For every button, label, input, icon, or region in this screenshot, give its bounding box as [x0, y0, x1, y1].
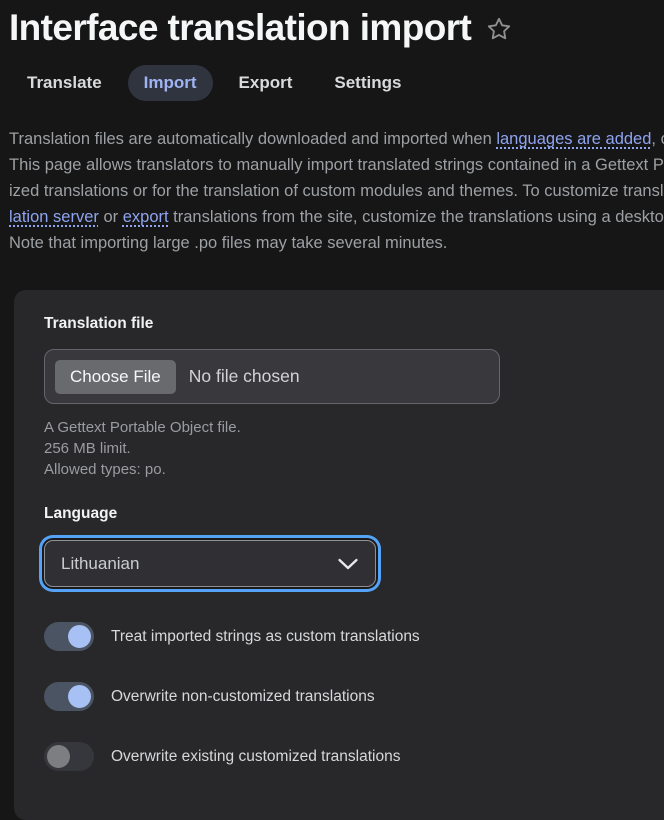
- file-help-text: A Gettext Portable Object file. 256 MB l…: [44, 417, 664, 480]
- chevron-down-icon: [338, 558, 358, 569]
- language-select-value: Lithuanian: [61, 553, 140, 573]
- description-line-2: This page allows translators to manually…: [9, 156, 664, 174]
- tab-export[interactable]: Export: [223, 65, 309, 101]
- help-line: 256 MB limit.: [44, 440, 131, 457]
- language-select[interactable]: Lithuanian: [44, 540, 376, 587]
- description-text: Translation files are automatically down…: [9, 130, 497, 148]
- translation-file-label: Translation file: [44, 315, 154, 332]
- description-text: or: [98, 208, 123, 226]
- tab-import[interactable]: Import: [127, 65, 213, 101]
- description-text: translations from the site, customize th…: [173, 208, 664, 226]
- import-form-panel: Translation file Choose File No file cho…: [14, 290, 664, 820]
- description-text: , or when modules or themes are enabled.: [651, 130, 664, 148]
- star-outline-icon[interactable]: [486, 16, 512, 42]
- secondary-tabs: Translate Import Export Settings: [11, 65, 664, 101]
- export-link[interactable]: export: [123, 208, 169, 226]
- toggle-row-overwrite-customized: Overwrite existing customized translatio…: [44, 742, 664, 771]
- treat-as-custom-toggle[interactable]: [44, 622, 94, 651]
- description-line-1: Translation files are automatically down…: [9, 126, 664, 152]
- translation-server-link[interactable]: lation server: [9, 208, 99, 226]
- toggle-knob: [68, 685, 91, 708]
- choose-file-button[interactable]: Choose File: [55, 359, 176, 394]
- languages-added-link[interactable]: languages are added: [496, 130, 651, 148]
- toggle-knob: [47, 745, 70, 768]
- tab-translate[interactable]: Translate: [11, 65, 118, 101]
- toggle-row-overwrite-noncustomized: Overwrite non-customized translations: [44, 682, 664, 711]
- toggle-label: Overwrite existing customized translatio…: [111, 747, 401, 765]
- description-line-4: lation server or export translations fro…: [9, 204, 664, 230]
- language-label: Language: [44, 505, 118, 522]
- tab-settings[interactable]: Settings: [318, 65, 417, 101]
- page-title: Interface translation import: [9, 7, 472, 48]
- overwrite-customized-toggle[interactable]: [44, 742, 94, 771]
- description-line-5: Note that importing large .po files may …: [9, 234, 448, 252]
- description-line-3: ized translations or for the translation…: [9, 182, 664, 200]
- toggle-label: Treat imported strings as custom transla…: [111, 627, 420, 645]
- toggle-knob: [68, 625, 91, 648]
- overwrite-noncustomized-toggle[interactable]: [44, 682, 94, 711]
- page-header: Interface translation import: [9, 4, 664, 52]
- file-chosen-status: No file chosen: [188, 366, 300, 386]
- help-line: A Gettext Portable Object file.: [44, 419, 241, 436]
- page-description: Translation files are automatically down…: [9, 126, 664, 256]
- help-line: Allowed types: po.: [44, 461, 166, 478]
- translation-file-input[interactable]: Choose File No file chosen: [44, 349, 500, 404]
- toggle-row-custom-translations: Treat imported strings as custom transla…: [44, 622, 664, 651]
- toggle-label: Overwrite non-customized translations: [111, 687, 375, 705]
